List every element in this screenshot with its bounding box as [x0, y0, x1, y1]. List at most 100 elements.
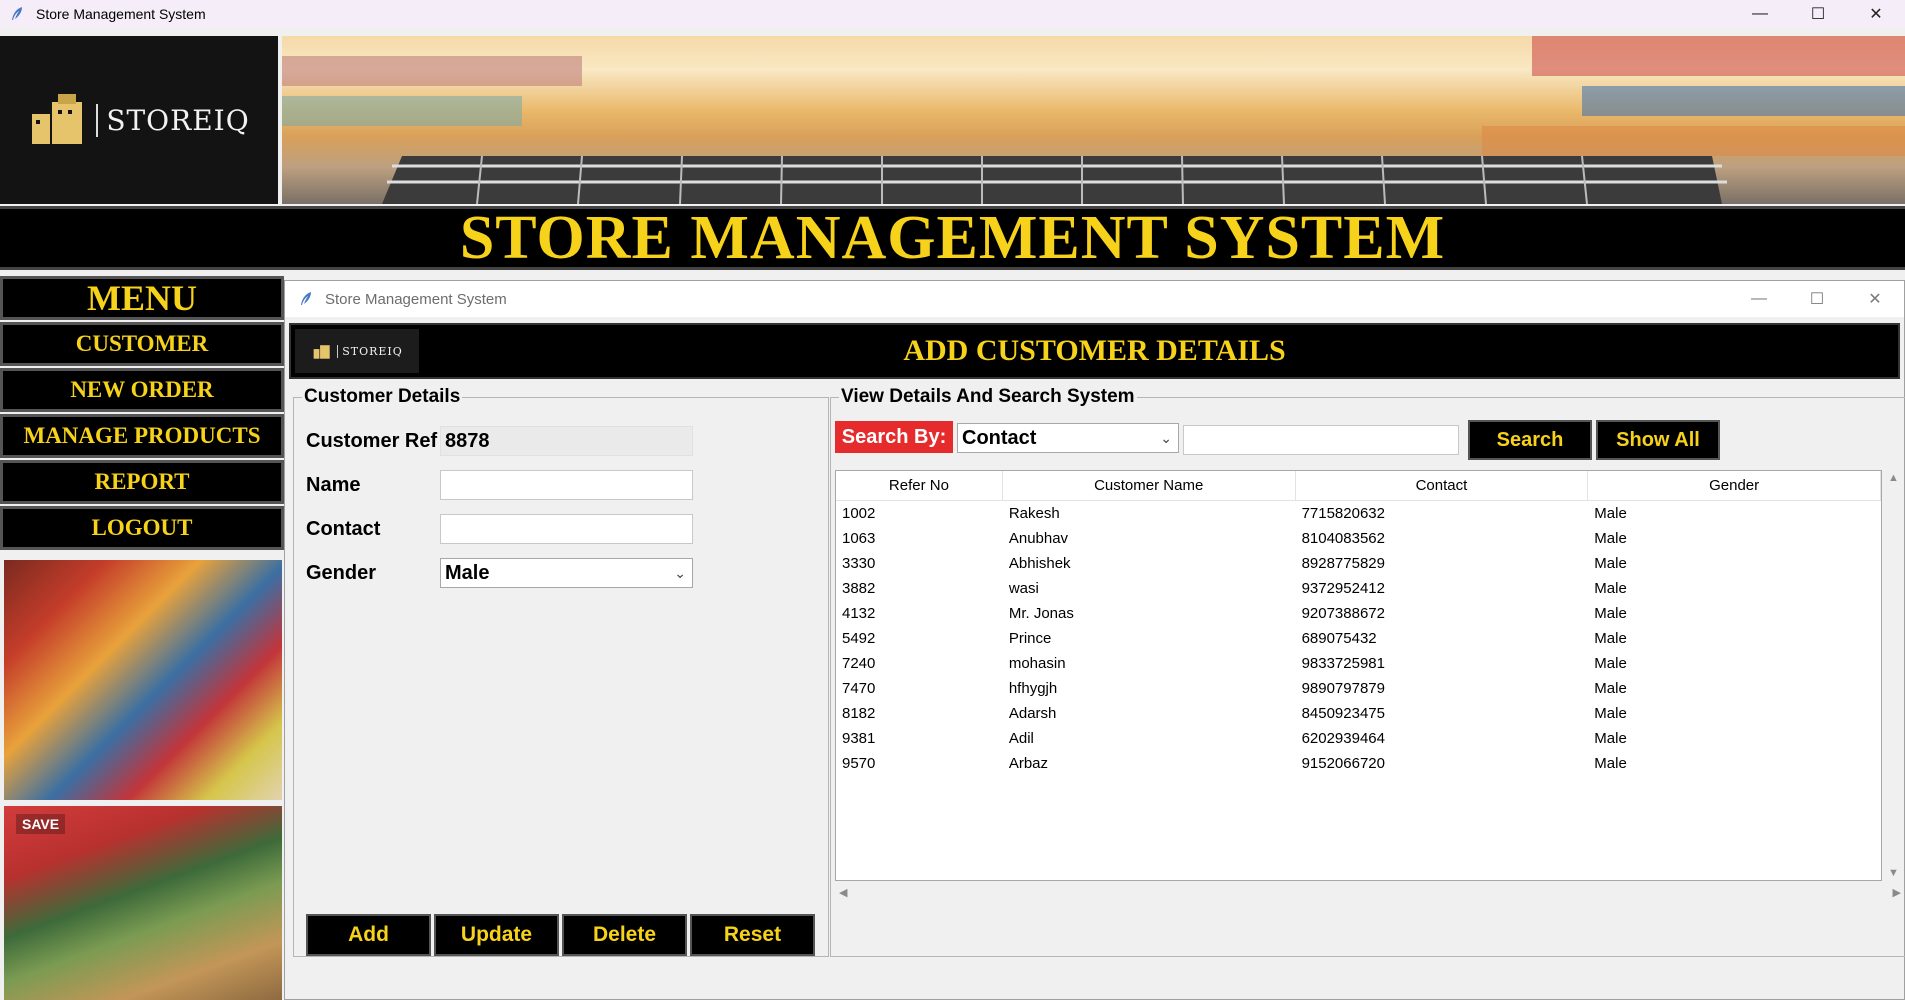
cell-contact: 9372952412	[1301, 580, 1385, 597]
cell-customer-name: Anubhav	[1008, 530, 1069, 547]
menu-item-logout[interactable]: LOGOUT	[0, 506, 284, 550]
reset-button[interactable]: Reset	[690, 914, 815, 956]
column-header-contact[interactable]: Contact	[1296, 471, 1589, 500]
column-header-refer-no[interactable]: Refer No	[836, 471, 1003, 500]
cell-gender: Male	[1594, 755, 1627, 772]
cell-gender: Male	[1594, 680, 1627, 697]
gender-label: Gender	[306, 562, 377, 584]
cell-customer-name: Adarsh	[1008, 705, 1057, 722]
shopping-cart-banner-image	[282, 36, 1905, 204]
scroll-left-icon[interactable]: ◀	[839, 886, 847, 899]
minimize-button[interactable]: —	[1731, 0, 1789, 28]
search-input[interactable]	[1183, 425, 1459, 455]
search-button[interactable]: Search	[1468, 420, 1592, 460]
cell-customer-name: Prince	[1008, 630, 1052, 647]
cell-refer-no: 9570	[842, 755, 876, 772]
cell-contact: 6202939464	[1301, 730, 1385, 747]
cell-contact: 9833725981	[1301, 655, 1385, 672]
close-button[interactable]: ✕	[1847, 0, 1905, 28]
cell-customer-name: Rakesh	[1008, 505, 1060, 522]
store-logo: STOREIQ	[0, 36, 278, 204]
table-row[interactable]: 3882 wasi 9372952412 Male	[836, 576, 1881, 601]
maximize-button[interactable]: ☐	[1789, 0, 1847, 28]
contact-field[interactable]	[440, 514, 693, 544]
delete-button[interactable]: Delete	[562, 914, 687, 956]
feather-icon	[301, 292, 311, 305]
contact-label: Contact	[306, 518, 381, 540]
table-row[interactable]: 1063 Anubhav 8104083562 Male	[836, 526, 1881, 551]
cell-gender: Male	[1594, 655, 1627, 672]
search-by-select[interactable]: Contact ⌄	[957, 423, 1179, 453]
inner-close-button[interactable]: ✕	[1846, 281, 1904, 317]
search-by-select-value: Contact	[962, 426, 1037, 449]
table-row[interactable]: 8182 Adarsh 8450923475 Male	[836, 701, 1881, 726]
cell-refer-no: 3330	[842, 555, 876, 572]
name-field[interactable]	[440, 470, 693, 500]
cell-refer-no: 8182	[842, 705, 876, 722]
vertical-scrollbar[interactable]: ▲ ▼	[1883, 470, 1903, 881]
update-button[interactable]: Update	[434, 914, 559, 956]
inner-minimize-button[interactable]: —	[1730, 281, 1788, 317]
scroll-up-icon[interactable]: ▲	[1888, 472, 1899, 484]
side-menu: MENU CUSTOMER NEW ORDER MANAGE PRODUCTS …	[0, 276, 284, 556]
section-heading: ADD CUSTOMER DETAILS	[903, 334, 1286, 367]
view-details-frame: View Details And Search System Search By…	[830, 386, 1905, 957]
cell-contact: 8928775829	[1301, 555, 1385, 572]
cell-gender: Male	[1594, 530, 1627, 547]
chevron-down-icon: ⌄	[674, 564, 686, 581]
menu-item-new-order[interactable]: NEW ORDER	[0, 368, 284, 412]
cell-refer-no: 1002	[842, 505, 876, 522]
table-row[interactable]: 4132 Mr. Jonas 9207388672 Male	[836, 601, 1881, 626]
table-row[interactable]: 7470 hfhygjh 9890797879 Male	[836, 676, 1881, 701]
scroll-down-icon[interactable]: ▼	[1888, 867, 1899, 879]
gender-select[interactable]: Male ⌄	[440, 558, 693, 588]
menu-item-customer[interactable]: CUSTOMER	[0, 322, 284, 366]
cell-contact: 9207388672	[1301, 605, 1385, 622]
cell-customer-name: Mr. Jonas	[1008, 605, 1074, 622]
table-row[interactable]: 1002 Rakesh 7715820632 Male	[836, 501, 1881, 526]
chevron-down-icon: ⌄	[1160, 429, 1172, 446]
cell-refer-no: 7240	[842, 655, 876, 672]
fruit-market-photo	[4, 560, 282, 800]
menu-item-report[interactable]: REPORT	[0, 460, 284, 504]
cell-contact: 8450923475	[1301, 705, 1385, 722]
cell-contact: 689075432	[1301, 630, 1377, 647]
cell-customer-name: Adil	[1008, 730, 1034, 747]
customer-details-frame: Customer Details Customer Ref Name Conta…	[293, 386, 829, 957]
search-by-label: Search By:	[835, 421, 953, 453]
column-header-customer-name[interactable]: Customer Name	[1003, 471, 1296, 500]
inner-header: STOREIQ ADD CUSTOMER DETAILS	[289, 323, 1900, 379]
gender-select-value: Male	[445, 561, 490, 584]
cell-refer-no: 3882	[842, 580, 876, 597]
inner-maximize-button[interactable]: ☐	[1788, 281, 1846, 317]
table-row[interactable]: 5492 Prince 689075432 Male	[836, 626, 1881, 651]
table-row[interactable]: 3330 Abhishek 8928775829 Male	[836, 551, 1881, 576]
menu-item-manage-products[interactable]: MANAGE PRODUCTS	[0, 414, 284, 458]
scroll-right-icon[interactable]: ▶	[1893, 886, 1901, 899]
logo-text: STOREIQ	[96, 103, 249, 137]
view-details-title: View Details And Search System	[839, 386, 1137, 408]
cell-refer-no: 9381	[842, 730, 876, 747]
table-row[interactable]: 9381 Adil 6202939464 Male	[836, 726, 1881, 751]
add-button[interactable]: Add	[306, 914, 431, 956]
customer-ref-field[interactable]	[440, 426, 693, 456]
inner-window-title-bar: Store Management System — ☐ ✕	[285, 281, 1904, 317]
page-title: STORE MANAGEMENT SYSTEM	[459, 203, 1446, 272]
save-sign: SAVE	[16, 814, 66, 834]
menu-heading: MENU	[0, 276, 284, 320]
os-window-title: Store Management System	[36, 6, 206, 22]
table-header: Refer No Customer Name Contact Gender	[836, 471, 1881, 501]
column-header-gender[interactable]: Gender	[1588, 471, 1881, 500]
cell-gender: Male	[1594, 730, 1627, 747]
table-row[interactable]: 9570 Arbaz 9152066720 Male	[836, 751, 1881, 776]
customer-table[interactable]: Refer No Customer Name Contact Gender 10…	[835, 470, 1882, 881]
cell-contact: 7715820632	[1301, 505, 1385, 522]
main-title-bar: STORE MANAGEMENT SYSTEM	[0, 204, 1905, 272]
horizontal-scrollbar[interactable]: ◀ ▶	[835, 883, 1903, 903]
cell-gender: Male	[1594, 505, 1627, 522]
cell-customer-name: mohasin	[1008, 655, 1066, 672]
table-row[interactable]: 7240 mohasin 9833725981 Male	[836, 651, 1881, 676]
cell-gender: Male	[1594, 605, 1627, 622]
cell-refer-no: 4132	[842, 605, 876, 622]
show-all-button[interactable]: Show All	[1596, 420, 1720, 460]
